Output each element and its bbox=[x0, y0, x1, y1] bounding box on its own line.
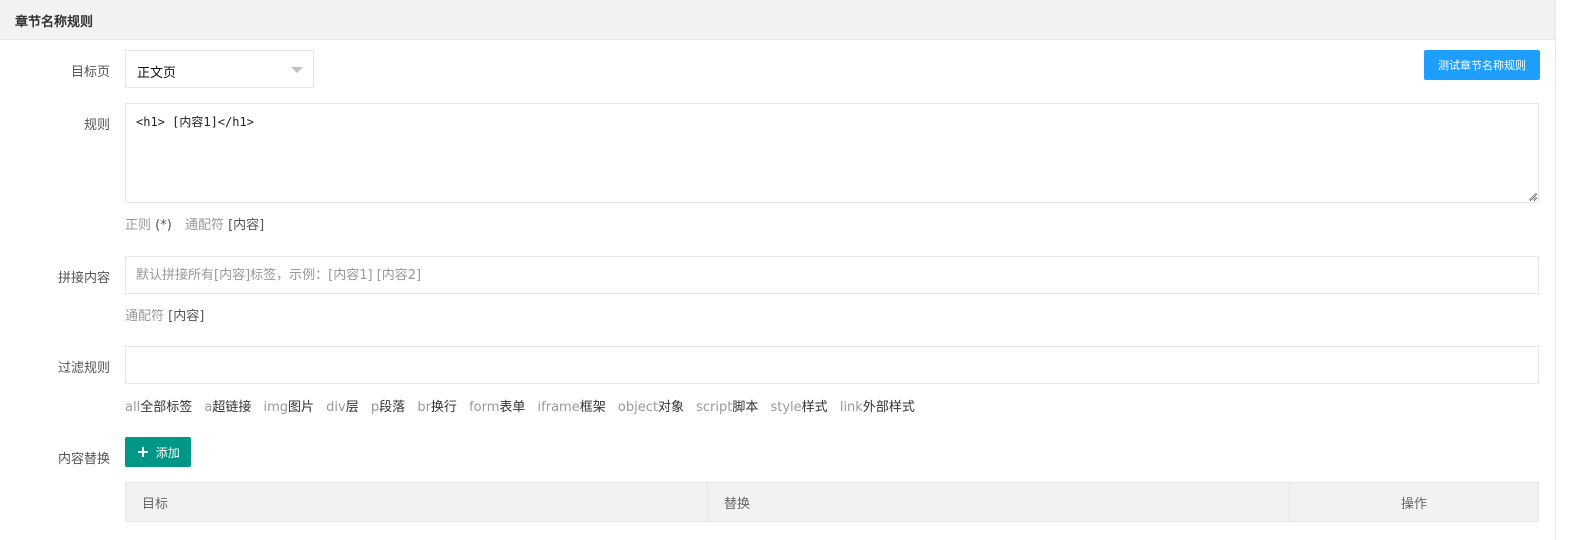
panel-title: 章节名称规则 bbox=[15, 15, 94, 30]
resize-grip-icon[interactable] bbox=[1527, 191, 1537, 201]
rule-hint: 正则 (*) 通配符 [内容] bbox=[125, 214, 264, 233]
regex-hint-text: 正则 bbox=[125, 218, 152, 233]
wildcard-hint-text: 通配符 bbox=[184, 218, 224, 233]
add-replace-button[interactable]: + 添加 bbox=[125, 437, 191, 467]
filter-tag-style[interactable]: style样式 bbox=[770, 396, 827, 415]
filter-tag-script[interactable]: script脚本 bbox=[696, 396, 758, 415]
target-page-value: 正文页 bbox=[137, 66, 177, 81]
filter-label: 过滤规则 bbox=[57, 361, 110, 376]
concat-wildcard-text: 通配符 bbox=[125, 309, 165, 324]
filter-tag-link[interactable]: link外部样式 bbox=[840, 396, 915, 415]
plus-icon: + bbox=[136, 442, 150, 461]
rule-label: 规则 bbox=[83, 118, 110, 133]
column-header-replace: 替换 bbox=[708, 483, 1290, 521]
test-chapter-rule-button[interactable]: 测试章节名称规则 bbox=[1424, 50, 1540, 80]
concat-hint: 通配符 [内容] bbox=[125, 305, 204, 324]
filter-tag-a[interactable]: a超链接 bbox=[204, 396, 251, 415]
filter-input[interactable] bbox=[125, 346, 1539, 384]
concat-label: 拼接内容 bbox=[57, 271, 110, 286]
column-header-target: 目标 bbox=[126, 483, 708, 521]
replace-table-header: 目标 替换 操作 bbox=[125, 482, 1539, 522]
filter-tag-form[interactable]: form表单 bbox=[469, 396, 525, 415]
wildcard-hint-key: [内容] bbox=[228, 218, 265, 233]
target-page-select[interactable]: 正文页 bbox=[125, 50, 314, 88]
caret-down-icon bbox=[291, 67, 303, 73]
column-header-ops: 操作 bbox=[1400, 496, 1427, 512]
panel-header: 章节名称规则 bbox=[0, 0, 1555, 40]
filter-tag-all[interactable]: all全部标签 bbox=[125, 396, 192, 415]
filter-tag-div[interactable]: div层 bbox=[326, 396, 359, 415]
filter-tag-br[interactable]: br换行 bbox=[417, 396, 457, 415]
filter-tag-p[interactable]: p段落 bbox=[371, 396, 405, 415]
filter-tag-list: all全部标签 a超链接 img图片 div层 p段落 br换行 form表单 … bbox=[125, 396, 923, 415]
concat-input[interactable] bbox=[125, 256, 1539, 294]
add-button-label: 添加 bbox=[155, 445, 180, 460]
regex-hint-key: (*) bbox=[155, 218, 172, 233]
filter-tag-img[interactable]: img图片 bbox=[263, 396, 314, 415]
filter-tag-object[interactable]: object对象 bbox=[618, 396, 684, 415]
scrollbar-track[interactable] bbox=[1555, 0, 1556, 540]
rule-textarea[interactable]: <h1> [内容1]</h1> bbox=[125, 103, 1539, 203]
filter-tag-iframe[interactable]: iframe框架 bbox=[538, 396, 606, 415]
concat-wildcard-key: [内容] bbox=[168, 309, 205, 324]
replace-label: 内容替换 bbox=[57, 452, 110, 467]
target-page-label: 目标页 bbox=[70, 65, 110, 80]
